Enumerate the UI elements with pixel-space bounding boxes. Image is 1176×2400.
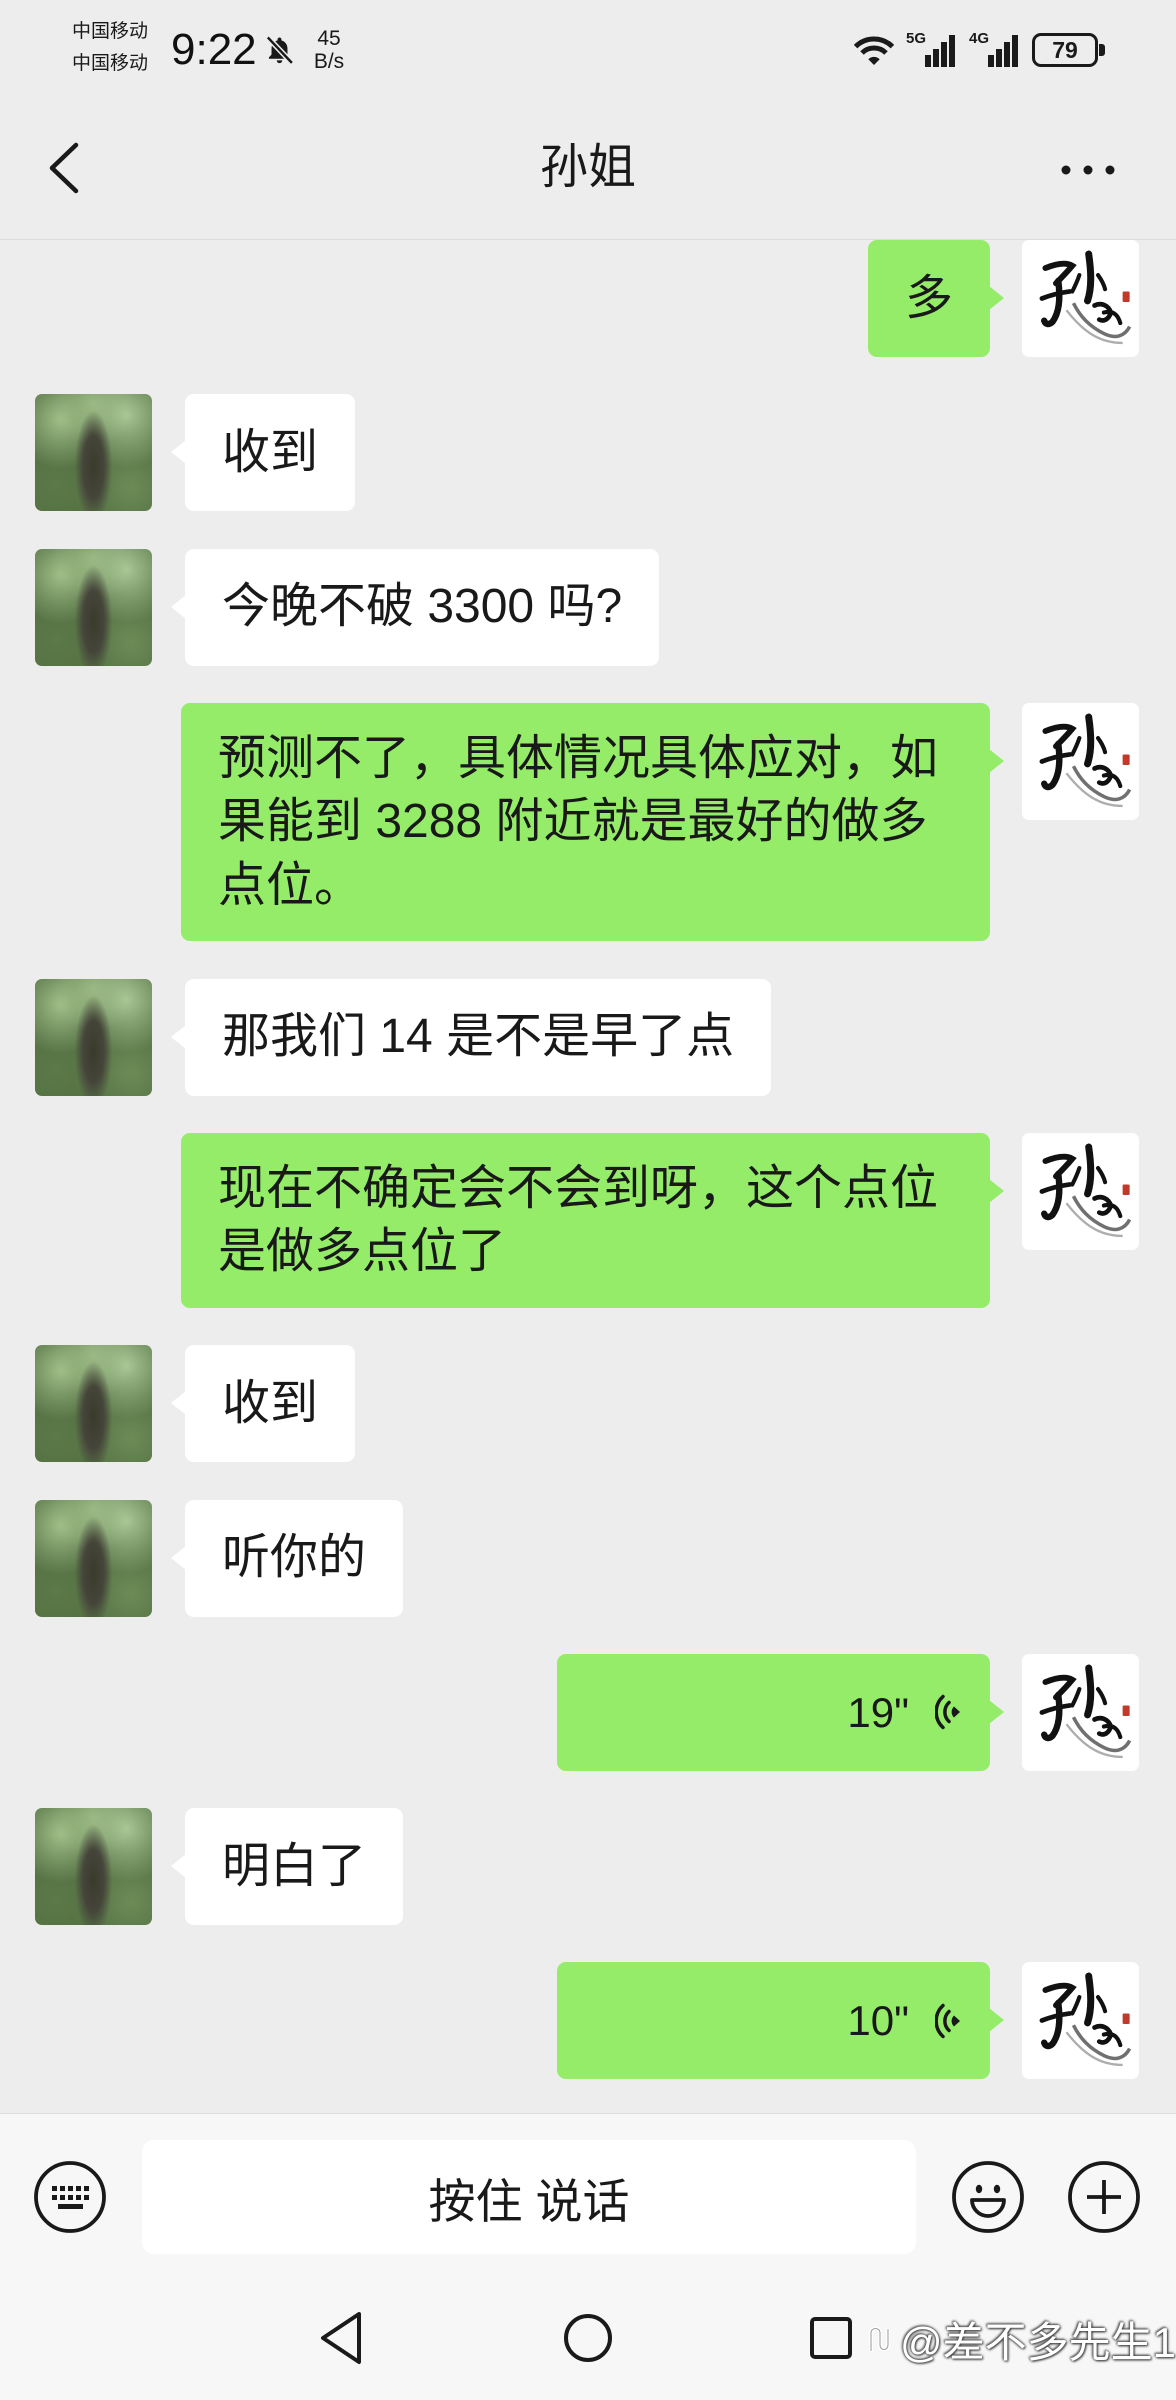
- triangle-back-icon[interactable]: [318, 2309, 364, 2367]
- my-avatar-image: [1022, 1962, 1139, 2079]
- voice-wave-icon: [935, 1695, 960, 1730]
- message-bubble[interactable]: 多: [867, 240, 1005, 357]
- message-text: 收到: [222, 426, 319, 480]
- sim-1-signal: 5G: [906, 30, 958, 67]
- smiley-icon: [952, 2161, 1024, 2233]
- contact-avatar[interactable]: [35, 1499, 152, 1617]
- keyboard-toggle-button[interactable]: [33, 2160, 107, 2234]
- circle-home-icon[interactable]: [563, 2313, 613, 2363]
- message-bubble[interactable]: 现在不确定会不会到呀，这个点位是做多点位了: [181, 1132, 1004, 1308]
- sim-2-network-type: 4G: [969, 30, 990, 47]
- message-text: 现在不确定会不会到呀，这个点位是做多点位了: [218, 1161, 939, 1279]
- sim-1-network-type: 5G: [906, 30, 927, 47]
- message-bubble[interactable]: 听你的: [170, 1499, 404, 1617]
- carrier-names: 中国移动 中国移动: [72, 16, 148, 80]
- message-text: 预测不了，具体情况具体应对，如果能到 3288 附近就是最好的做多点位。: [218, 731, 939, 912]
- network-speed-value: 45: [317, 27, 341, 50]
- message-row-incoming: 明白了: [0, 1808, 1176, 1926]
- my-avatar[interactable]: [1022, 1654, 1139, 1771]
- message-row-incoming: 听你的: [0, 1499, 1176, 1617]
- message-text: 那我们 14 是不是早了点: [222, 1010, 735, 1064]
- message-row-incoming: 那我们 14 是不是早了点: [0, 978, 1176, 1096]
- message-bubble[interactable]: 明白了: [170, 1808, 404, 1926]
- message-text: 多: [904, 271, 953, 325]
- message-text: 明白了: [222, 1839, 367, 1893]
- more-actions-button[interactable]: [1067, 2160, 1141, 2234]
- message-bubble[interactable]: 收到: [170, 394, 356, 512]
- more-horizontal-icon[interactable]: [1060, 163, 1122, 177]
- emoji-button[interactable]: [951, 2160, 1025, 2234]
- hold-to-talk-button[interactable]: 按住 说话: [142, 2140, 916, 2254]
- my-avatar[interactable]: [1022, 240, 1139, 357]
- status-time: 9:22: [171, 25, 257, 74]
- contact-avatar[interactable]: [35, 548, 152, 666]
- chat-title: 孙姐: [539, 141, 636, 194]
- my-avatar-image: [1022, 1654, 1139, 1771]
- voice-wave-icon: [935, 2003, 960, 2039]
- message-row-incoming: 今晚不破 3300 吗?: [0, 548, 1176, 666]
- signal-bars-icon: [925, 35, 955, 67]
- message-row-outgoing: 多: [0, 240, 1176, 357]
- message-row-outgoing: 10": [0, 1962, 1176, 2080]
- battery-level: 79: [1032, 33, 1098, 67]
- keyboard-icon: [34, 2161, 106, 2233]
- bell-off-icon: [265, 35, 294, 65]
- signal-bars-icon: [988, 35, 1018, 67]
- network-speed-unit: B/s: [313, 50, 345, 73]
- square-recents-icon[interactable]: [810, 2317, 852, 2359]
- message-bubble[interactable]: 那我们 14 是不是早了点: [170, 978, 772, 1096]
- contact-avatar[interactable]: [35, 394, 152, 512]
- status-bar: 中国移动 中国移动 9:22 45 B/s 5G 4G 79: [0, 0, 1176, 100]
- sim-2-signal: 4G: [969, 30, 1021, 67]
- message-text: 听你的: [222, 1531, 367, 1585]
- carrier-2: 中国移动: [72, 53, 149, 74]
- message-row-outgoing: 预测不了，具体情况具体应对，如果能到 3288 附近就是最好的做多点位。: [0, 702, 1176, 942]
- network-speed: 45 B/s: [309, 27, 349, 73]
- my-avatar-image: [1022, 703, 1139, 820]
- watermark-logo-icon: [869, 2326, 890, 2353]
- voice-duration: 10": [847, 1997, 909, 2045]
- message-row-incoming: 收到: [0, 1345, 1176, 1463]
- message-bubble[interactable]: 今晚不破 3300 吗?: [170, 548, 660, 666]
- message-text: 收到: [222, 1377, 319, 1431]
- message-bubble[interactable]: 收到: [170, 1345, 356, 1463]
- battery-tip: [1099, 44, 1105, 56]
- message-row-outgoing: 19": [0, 1653, 1176, 1771]
- contact-avatar[interactable]: [35, 1808, 152, 1926]
- voice-message-bubble[interactable]: 10": [557, 1962, 1004, 2080]
- my-avatar[interactable]: [1022, 1962, 1139, 2079]
- my-avatar-image: [1022, 240, 1139, 357]
- voice-duration: 19": [847, 1688, 909, 1736]
- message-bubble[interactable]: 预测不了，具体情况具体应对，如果能到 3288 附近就是最好的做多点位。: [181, 702, 1004, 942]
- message-text: 今晚不破 3300 吗?: [222, 580, 623, 634]
- my-avatar[interactable]: [1022, 1133, 1139, 1250]
- my-avatar[interactable]: [1022, 703, 1139, 820]
- message-row-outgoing: 现在不确定会不会到呀，这个点位是做多点位了: [0, 1132, 1176, 1308]
- my-avatar-image: [1022, 1133, 1139, 1250]
- voice-message-bubble[interactable]: 19": [557, 1653, 1004, 1771]
- contact-avatar[interactable]: [35, 1345, 152, 1463]
- chat-header: 孙姐: [0, 100, 1176, 240]
- watermark: @差不多先生1: [866, 2311, 1176, 2367]
- plus-circle-icon: [1068, 2161, 1140, 2233]
- message-row-incoming: 收到: [0, 394, 1176, 512]
- contact-avatar[interactable]: [35, 978, 152, 1096]
- input-bar: 按住 说话: [0, 2113, 1176, 2281]
- system-nav-bar: @差不多先生1: [0, 2281, 1176, 2400]
- carrier-1: 中国移动: [72, 21, 149, 42]
- watermark-text: @差不多先生1: [900, 2318, 1176, 2366]
- message-list[interactable]: 多 收到 今晚不破 3300 吗? 预测不了，具体情况具体应对，如果能到 328…: [0, 240, 1176, 2113]
- wifi-icon: [853, 36, 895, 65]
